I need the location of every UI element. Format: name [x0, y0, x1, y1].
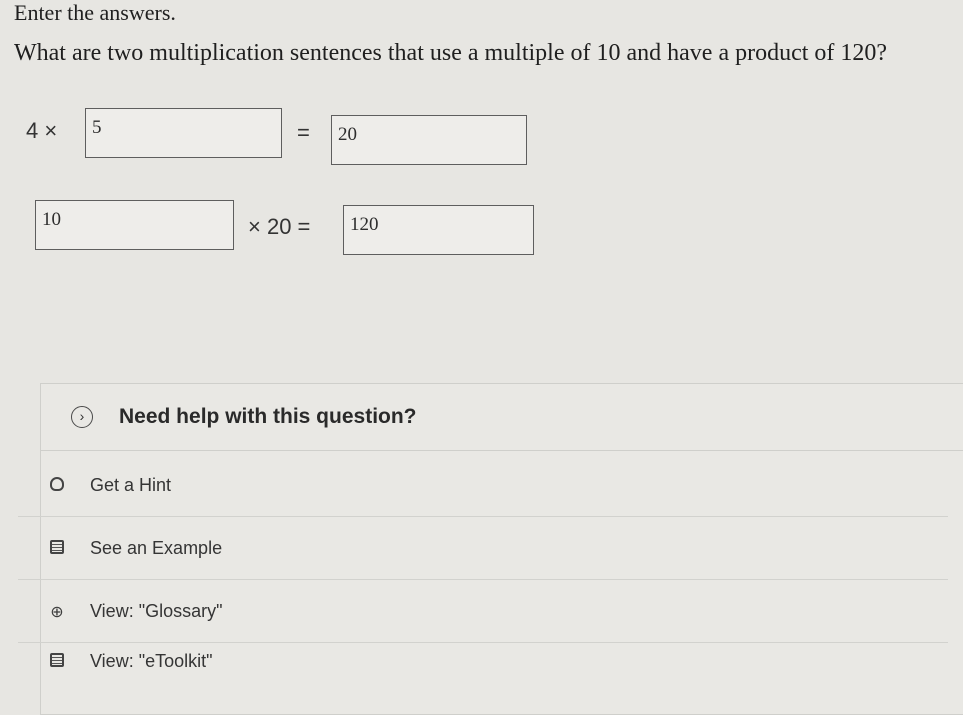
chevron-right-icon[interactable]: › [71, 406, 93, 428]
instructions-text: Enter the answers. [14, 0, 176, 25]
equation2-factor-input[interactable]: 10 [35, 200, 234, 250]
resource-label: View: "eToolkit" [90, 651, 213, 671]
example-doc-icon [46, 539, 68, 561]
resource-label: See an Example [90, 538, 223, 558]
lightbulb-icon [46, 476, 68, 498]
resource-label: Get a Hint [90, 475, 172, 495]
resource-label: View: "Glossary" [90, 601, 223, 621]
equation2-middle: × 20 = [248, 214, 311, 239]
glossary-icon: ⊕ [50, 604, 64, 621]
equation2-product-input[interactable]: 120 [343, 205, 534, 255]
help-toggle-row[interactable]: › Need help with this question? [41, 384, 963, 451]
etoolkit-icon [46, 652, 68, 674]
equation1-left: 4 × [26, 118, 58, 143]
equation1-equals: = [297, 120, 310, 145]
resource-get-hint[interactable]: Get a Hint [18, 458, 948, 517]
resource-etoolkit[interactable]: View: "eToolkit" [18, 634, 948, 692]
question-text: What are two multiplication sentences th… [14, 40, 888, 66]
equation1-product-input[interactable]: 20 [331, 115, 527, 165]
equation1-factor-input[interactable]: 5 [85, 108, 282, 158]
resource-see-example[interactable]: See an Example [18, 521, 948, 580]
help-title: Need help with this question? [119, 405, 417, 428]
